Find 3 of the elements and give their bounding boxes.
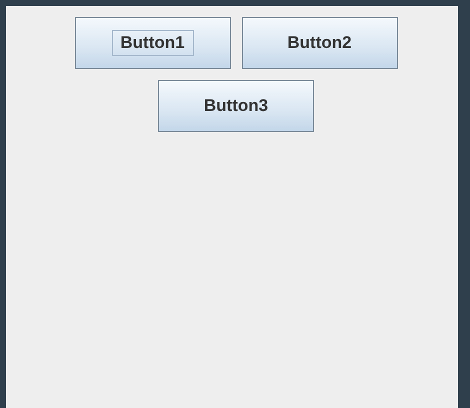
push-button[interactable]: Button2	[242, 17, 398, 69]
push-button[interactable]: Button1	[74, 17, 230, 69]
push-button[interactable]: Button3	[158, 80, 314, 132]
